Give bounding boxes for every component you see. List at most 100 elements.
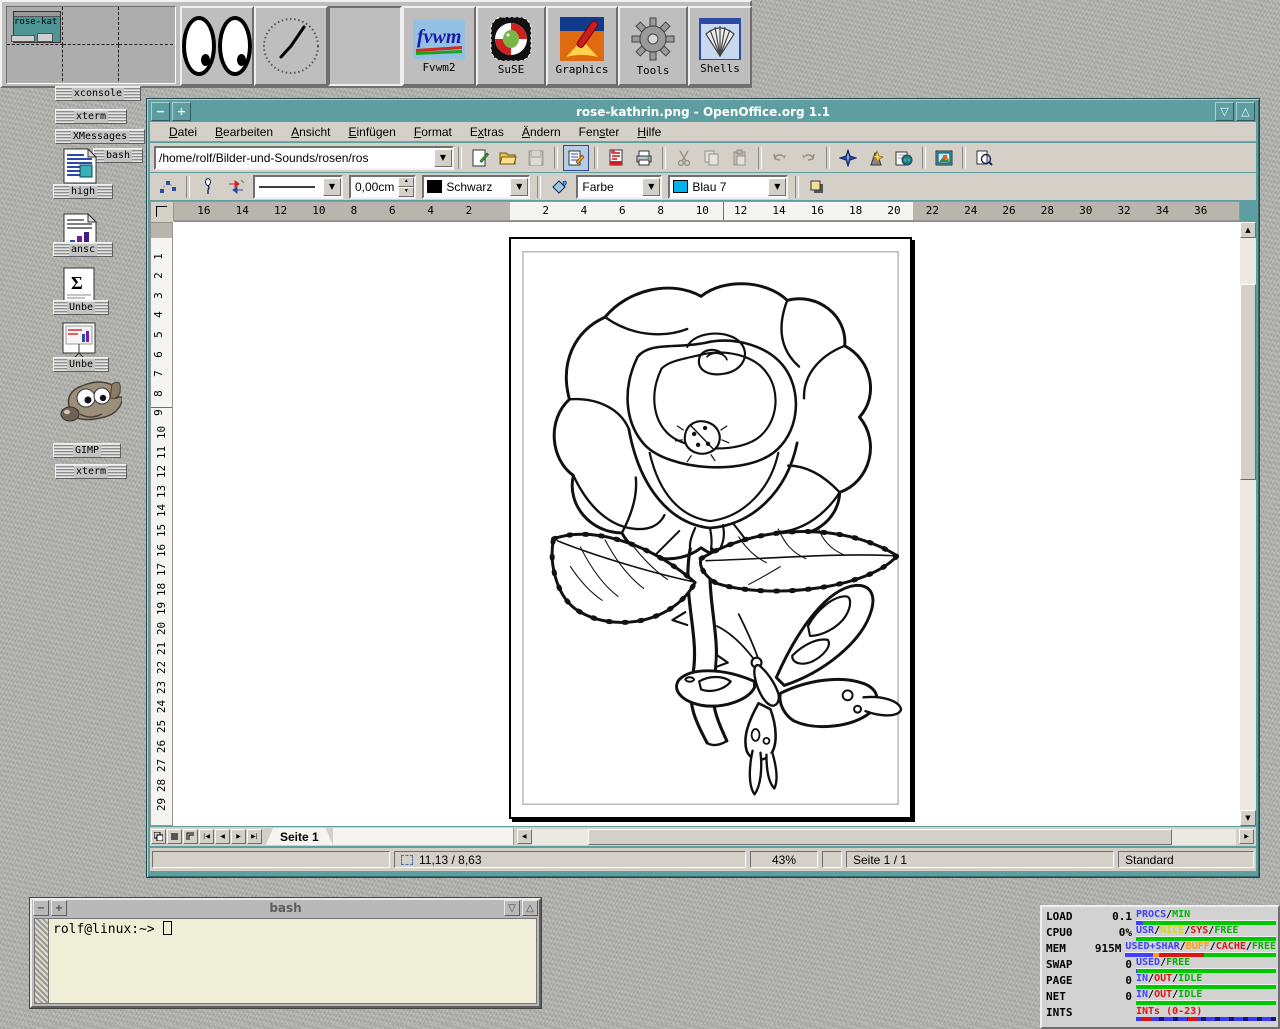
pager-desk-1[interactable]: rose-kat [7, 7, 63, 45]
fill-style-button[interactable] [546, 174, 572, 200]
pager-desk-5[interactable] [63, 45, 119, 81]
line-color-value[interactable]: Schwarz [442, 180, 510, 194]
titlebar[interactable]: − + rose-kathrin.png - OpenOffice.org 1.… [150, 102, 1256, 121]
line-width-spinner[interactable]: 0,00cm ▲▼ [349, 175, 416, 199]
arrow-ends-button[interactable] [223, 174, 249, 200]
horizontal-scrollbar[interactable] [532, 829, 1236, 845]
url-input[interactable] [156, 151, 434, 165]
tools-button[interactable]: Tools [618, 6, 688, 86]
terminal-text[interactable]: rolf@linux:~> [49, 919, 536, 1003]
icon-gimp[interactable] [56, 376, 122, 432]
menu-einfuegen[interactable]: Einfügen [339, 123, 404, 141]
empty-slot-button[interactable] [328, 6, 402, 86]
fvwm2-button[interactable]: fvwm Fvwm2 [402, 6, 476, 86]
fill-color-value[interactable]: Blau 7 [688, 180, 768, 194]
view-mode-page-button[interactable] [151, 829, 166, 844]
icon-unbenannt1-label[interactable]: Unbe [53, 300, 109, 315]
url-dropdown-icon[interactable]: ▼ [434, 149, 452, 167]
url-combobox[interactable]: ▼ [154, 146, 454, 170]
terminal-body[interactable]: rolf@linux:~> [34, 918, 537, 1004]
first-page-tab-button[interactable]: |◀ [199, 829, 214, 844]
status-zoom-field[interactable]: 43% [750, 851, 818, 868]
export-pdf-button[interactable] [603, 145, 629, 171]
previous-page-tab-button[interactable]: ◀ [215, 829, 230, 844]
pager-desk-4[interactable] [7, 45, 63, 81]
navigator-button[interactable] [835, 145, 861, 171]
terminal-shade-button[interactable]: ▽ [504, 900, 520, 916]
line-width-value[interactable]: 0,00cm [351, 180, 398, 194]
fill-style-dropdown-icon[interactable]: ▼ [642, 178, 660, 196]
xeyes-button[interactable] [180, 6, 254, 86]
terminal-maximize-button[interactable]: + [51, 900, 67, 916]
desktop-pager[interactable]: rose-kat [6, 6, 176, 84]
vertical-scrollbar[interactable]: ▲ ▼ [1240, 222, 1256, 826]
horizontal-ruler[interactable]: .816141210864224681012141618202224262830… [173, 201, 1240, 221]
next-page-tab-button[interactable]: ▶ [231, 829, 246, 844]
spin-up-icon[interactable]: ▲ [398, 177, 414, 187]
status-style-field[interactable]: Standard [1118, 851, 1254, 868]
insert-graphics-button[interactable] [931, 145, 957, 171]
icon-xterm[interactable]: xterm [55, 109, 127, 124]
menu-format[interactable]: Format [405, 123, 461, 141]
menu-ansicht[interactable]: Ansicht [282, 123, 339, 141]
fill-color-dropdown-icon[interactable]: ▼ [768, 178, 786, 196]
menu-hilfe[interactable]: Hilfe [628, 123, 670, 141]
shadow-button[interactable] [804, 174, 830, 200]
icon-bash[interactable]: bash [93, 148, 143, 163]
spin-down-icon[interactable]: ▼ [398, 187, 414, 197]
menu-bearbeiten[interactable]: Bearbeiten [206, 123, 282, 141]
new-document-button[interactable] [467, 145, 493, 171]
copy-button[interactable] [699, 145, 725, 171]
icon-unbenannt2-label[interactable]: Unbe [53, 357, 109, 372]
gallery-button[interactable] [891, 145, 917, 171]
maximize-button[interactable]: + [172, 102, 191, 121]
fill-style-value[interactable]: Farbe [578, 180, 642, 194]
menu-fenster[interactable]: Fenster [570, 123, 629, 141]
redo-button[interactable] [795, 145, 821, 171]
fill-style-combobox[interactable]: Farbe ▼ [576, 175, 662, 199]
rose-drawing[interactable] [511, 239, 910, 817]
cut-button[interactable] [671, 145, 697, 171]
menu-extras[interactable]: Extras [461, 123, 513, 141]
scroll-up-button[interactable]: ▲ [1240, 222, 1256, 238]
stylist-button[interactable] [863, 145, 889, 171]
vertical-scrollbar-thumb[interactable] [1240, 284, 1256, 480]
line-color-combobox[interactable]: Schwarz ▼ [422, 175, 530, 199]
pager-desk-6[interactable] [119, 45, 173, 81]
drawing-page[interactable] [509, 237, 912, 819]
icon-document-writer[interactable] [62, 147, 98, 185]
shells-button[interactable]: Shells [688, 6, 752, 86]
icon-gimp-label[interactable]: GIMP [53, 443, 121, 458]
icon-xterm2[interactable]: xterm [55, 464, 127, 479]
graphics-button[interactable]: Graphics [546, 6, 618, 86]
pager-mini-terminal[interactable] [11, 35, 35, 42]
terminal-minimize-button[interactable]: − [33, 900, 49, 916]
icon-ansc-label[interactable]: ansc [53, 242, 113, 257]
pager-desk-2[interactable] [63, 7, 119, 45]
vertical-ruler[interactable]: 1234567891011121314151617181920212223242… [150, 222, 173, 826]
menu-aendern[interactable]: Ändern [513, 123, 570, 141]
page-tab-seite-1[interactable]: Seite 1 [266, 828, 333, 845]
menu-datei[interactable]: Datei [160, 123, 206, 141]
line-style-button[interactable] [195, 174, 221, 200]
ruler-origin-box[interactable] [150, 201, 175, 223]
scroll-down-button[interactable]: ▼ [1240, 810, 1256, 826]
last-page-tab-button[interactable]: ▶| [247, 829, 262, 844]
open-document-button[interactable] [495, 145, 521, 171]
xclock-button[interactable] [254, 6, 328, 86]
view-mode-master-button[interactable] [167, 829, 182, 844]
icon-document-math[interactable]: Σ [63, 267, 95, 303]
drawing-canvas[interactable] [173, 222, 1240, 826]
suse-button[interactable]: SuSE [476, 6, 546, 86]
icon-document-impress[interactable] [62, 322, 98, 358]
paste-button[interactable] [727, 145, 753, 171]
zoom-button[interactable] [971, 145, 997, 171]
fill-color-combobox[interactable]: Blau 7 ▼ [668, 175, 788, 199]
pager-mini-sysmon[interactable] [37, 33, 53, 42]
edit-points-button[interactable] [155, 174, 181, 200]
unshade-button[interactable]: △ [1236, 102, 1255, 121]
icon-xmessages[interactable]: XMessages [55, 129, 145, 144]
print-button[interactable] [631, 145, 657, 171]
view-mode-layer-button[interactable] [183, 829, 198, 844]
terminal-scrollbar[interactable] [35, 919, 49, 1003]
